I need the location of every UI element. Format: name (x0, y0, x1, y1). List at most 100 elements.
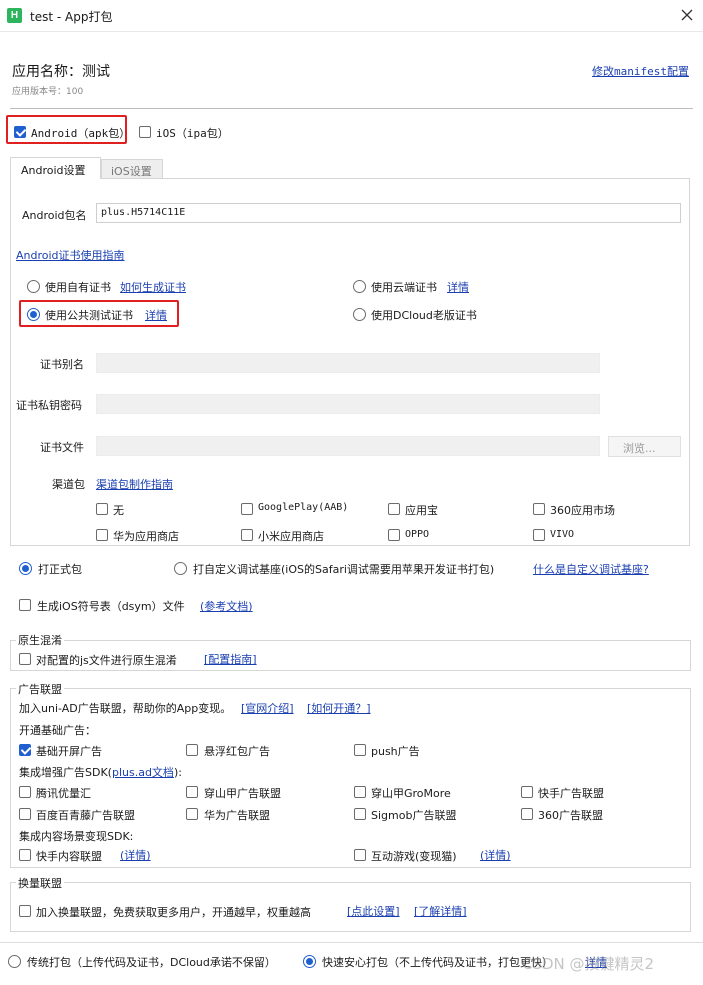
dsym-link[interactable]: (参考文档) (200, 598, 253, 614)
channel-xiaomi-checkbox[interactable] (241, 529, 253, 541)
ads-huawei-checkbox[interactable] (186, 808, 198, 820)
package-name-label: Android包名 (22, 209, 87, 222)
ads-game-label: 互动游戏(变现猫) (371, 850, 457, 863)
title-bar: H test - App打包 (0, 0, 703, 32)
ads-csj-gromore-label: 穿山甲GroMore (371, 787, 451, 800)
build-formal-label: 打正式包 (38, 563, 82, 576)
build-formal-radio[interactable] (19, 562, 32, 575)
dsym-checkbox[interactable] (19, 599, 31, 611)
channel-oppo-checkbox[interactable] (388, 529, 400, 541)
channel-360-checkbox[interactable] (533, 503, 545, 515)
cert-password-input[interactable] (96, 394, 600, 414)
channel-none-checkbox[interactable] (96, 503, 108, 515)
ads-redpacket-label: 悬浮红包广告 (204, 745, 270, 758)
ads-huawei-label: 华为广告联盟 (204, 809, 270, 822)
channel-label: 渠道包 (52, 478, 85, 491)
exchange-checkbox[interactable] (19, 905, 31, 917)
ads-sdk-title-pre: 集成增强广告SDK( (19, 766, 112, 779)
channel-huawei-checkbox[interactable] (96, 529, 108, 541)
obfuscation-label: 对配置的js文件进行原生混淆 (36, 654, 177, 667)
cert-cloud-link[interactable]: 详情 (447, 279, 469, 295)
ads-csj-gromore-checkbox[interactable] (354, 786, 366, 798)
watermark: CSDN @按键精灵2 (522, 955, 655, 973)
package-name-input[interactable]: plus.H5714C11E (96, 203, 681, 223)
tab-android-settings[interactable]: Android设置 (10, 157, 101, 179)
cert-cloud-radio[interactable] (353, 280, 366, 293)
channel-googleplay-checkbox[interactable] (241, 503, 253, 515)
channel-huawei-label: 华为应用商店 (113, 530, 179, 543)
ads-push-checkbox[interactable] (354, 744, 366, 756)
ads-kuaishou-label: 快手广告联盟 (538, 787, 604, 800)
manifest-link[interactable]: 修改manifest配置 (592, 63, 689, 79)
tab-ios-settings[interactable]: iOS设置 (101, 159, 163, 179)
channel-guide-link[interactable]: 渠道包制作指南 (96, 476, 173, 492)
cert-guide-link[interactable]: Android证书使用指南 (16, 247, 125, 263)
cert-public-link[interactable]: 详情 (145, 307, 167, 323)
ads-sigmob-label: Sigmob广告联盟 (371, 809, 457, 822)
channel-yyb-label: 应用宝 (405, 504, 438, 517)
cert-dcloud-radio[interactable] (353, 308, 366, 321)
ads-kuaishou-content-label: 快手内容联盟 (36, 850, 102, 863)
footer-traditional-radio[interactable] (8, 955, 21, 968)
dsym-label: 生成iOS符号表（dsym）文件 (37, 600, 185, 613)
browse-button[interactable]: 浏览... (608, 436, 681, 457)
cert-dcloud-label: 使用DCloud老版证书 (371, 309, 477, 322)
ads-csj-checkbox[interactable] (186, 786, 198, 798)
ads-game-link[interactable]: (详情) (480, 847, 511, 863)
exchange-link-setup[interactable]: [点此设置] (347, 903, 400, 919)
app-name: 应用名称：测试 (12, 64, 110, 80)
channel-yyb-checkbox[interactable] (388, 503, 400, 515)
cert-own-radio[interactable] (27, 280, 40, 293)
ads-sdk-title-post: ): (173, 766, 182, 779)
ads-push-label: push广告 (371, 745, 420, 758)
ads-kuaishou-checkbox[interactable] (521, 786, 533, 798)
ads-basic-title: 开通基础广告： (19, 724, 96, 737)
ads-sigmob-checkbox[interactable] (354, 808, 366, 820)
ads-360-label: 360广告联盟 (538, 809, 603, 822)
obfuscation-link[interactable]: [配置指南] (204, 651, 257, 667)
footer-divider (0, 942, 703, 943)
exchange-link-detail[interactable]: [了解详情] (414, 903, 467, 919)
channel-googleplay-label: GooglePlay(AAB) (258, 502, 349, 513)
ads-kuaishou-content-link[interactable]: (详情) (120, 847, 151, 863)
footer-fast-radio[interactable] (303, 955, 316, 968)
cert-alias-input[interactable] (96, 353, 600, 373)
channel-xiaomi-label: 小米应用商店 (258, 530, 324, 543)
app-version: 应用版本号：100 (12, 87, 84, 97)
close-icon[interactable] (680, 8, 694, 22)
ads-baidu-checkbox[interactable] (19, 808, 31, 820)
ads-intro-link-howto[interactable]: [如何开通？] (307, 700, 371, 716)
ads-intro-link-official[interactable]: [官网介绍] (241, 700, 294, 716)
cert-public-radio[interactable] (27, 308, 40, 321)
ads-redpacket-checkbox[interactable] (186, 744, 198, 756)
ads-game-checkbox[interactable] (354, 849, 366, 861)
build-custom-label: 打自定义调试基座(iOS的Safari调试需要用苹果开发证书打包) (193, 563, 495, 576)
ads-tencent-checkbox[interactable] (19, 786, 31, 798)
obfuscation-checkbox[interactable] (19, 653, 31, 665)
channel-vivo-checkbox[interactable] (533, 529, 545, 541)
ads-sdk-doc-link[interactable]: plus.ad文档 (112, 766, 174, 779)
cert-own-label: 使用自有证书 (45, 281, 111, 294)
ads-kuaishou-content-checkbox[interactable] (19, 849, 31, 861)
channel-oppo-label: OPPO (405, 529, 430, 540)
ios-checkbox[interactable] (139, 126, 151, 138)
android-checkbox[interactable] (14, 126, 26, 138)
cert-own-link[interactable]: 如何生成证书 (120, 279, 186, 295)
ads-title: 广告联盟 (16, 681, 64, 697)
build-custom-radio[interactable] (174, 562, 187, 575)
app-logo-icon: H (7, 8, 22, 23)
window-title: test - App打包 (30, 10, 113, 24)
cert-password-label: 证书私钥密码 (16, 399, 82, 412)
tab-android-label: Android设置 (21, 164, 86, 177)
ads-360-checkbox[interactable] (521, 808, 533, 820)
channel-none-label: 无 (113, 504, 124, 517)
ads-splash-label: 基础开屏广告 (36, 745, 102, 758)
exchange-title: 换量联盟 (16, 875, 64, 891)
footer-fast-label: 快速安心打包（不上传代码及证书，打包更快） (322, 956, 553, 969)
ads-tencent-label: 腾讯优量汇 (36, 787, 91, 800)
channel-vivo-label: VIVO (550, 529, 575, 540)
cert-file-input[interactable] (96, 436, 600, 456)
ads-splash-checkbox[interactable] (19, 744, 31, 756)
tab-ios-label: iOS设置 (111, 165, 152, 178)
build-custom-link[interactable]: 什么是自定义调试基座? (533, 561, 649, 577)
